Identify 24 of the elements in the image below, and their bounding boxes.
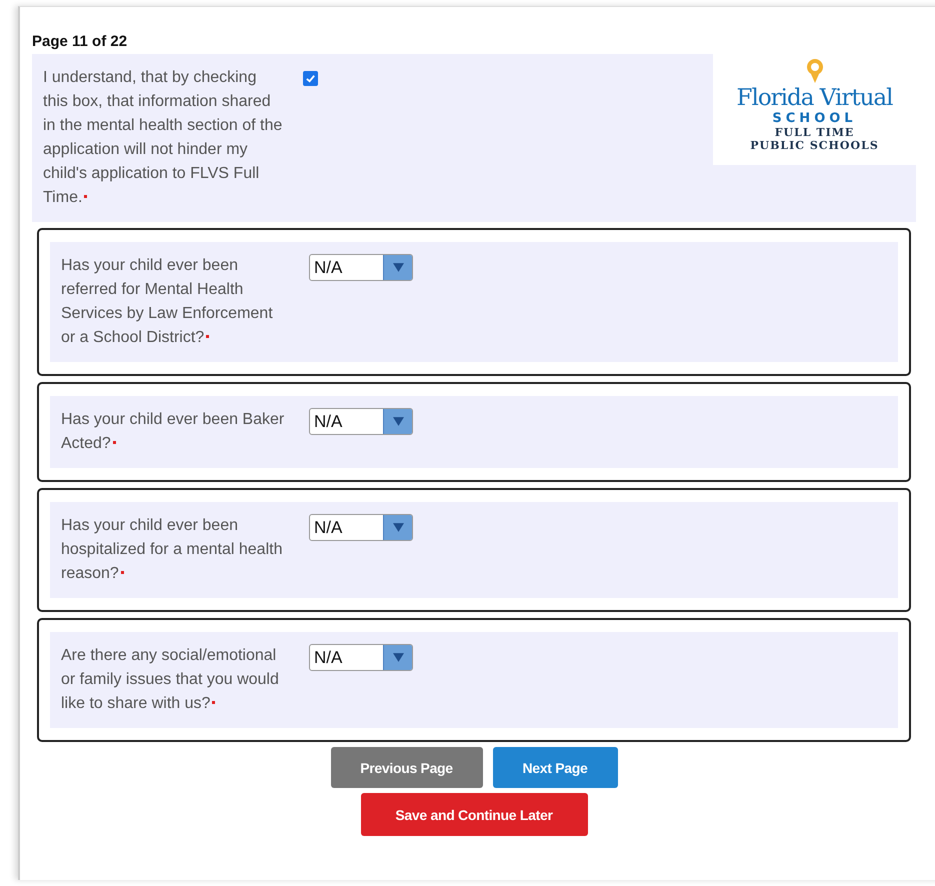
- previous-button[interactable]: Previous Page: [330, 747, 482, 788]
- consent-text: I understand, that by checking this box, that information shared in the mental health section of the application will not hinder my child's application to FLVS Full Time.: [43, 68, 283, 208]
- logo-tagline: PUBLIC SCHOOLS: [750, 139, 879, 152]
- caret-icon: [392, 522, 404, 533]
- consent-checkbox[interactable]: [303, 71, 318, 86]
- next-button[interactable]: Next Page: [492, 747, 618, 788]
- question-label: Are there any social/emotional or family issues that you would like to share with us?: [61, 646, 280, 714]
- check-icon: [305, 73, 316, 84]
- question-label: Has your child ever been referred for Mental Health Services by Law Enforcement or a School District?: [61, 256, 274, 348]
- logo-title: Florida Virtual: [736, 85, 892, 111]
- caret-icon: [392, 262, 404, 273]
- answer-dropdown[interactable]: N/A: [309, 254, 413, 281]
- logo-tagline: FULL TIME: [774, 126, 854, 139]
- caret-icon: [392, 652, 404, 663]
- answer-dropdown[interactable]: N/A: [309, 514, 413, 541]
- pin-icon: [804, 58, 824, 84]
- page-indicator: Page 11 of 22: [32, 33, 128, 50]
- answer-dropdown[interactable]: N/A: [309, 644, 413, 671]
- save-button[interactable]: Save and Continue Later: [360, 793, 588, 836]
- question-label: Has your child ever been Baker Acted?: [61, 410, 286, 454]
- logo-subtitle: SCHOOL: [772, 111, 857, 126]
- caret-icon: [392, 416, 404, 427]
- answer-dropdown[interactable]: N/A: [309, 408, 413, 435]
- question-label: Has your child ever been hospitalized for a mental health reason?: [61, 516, 284, 584]
